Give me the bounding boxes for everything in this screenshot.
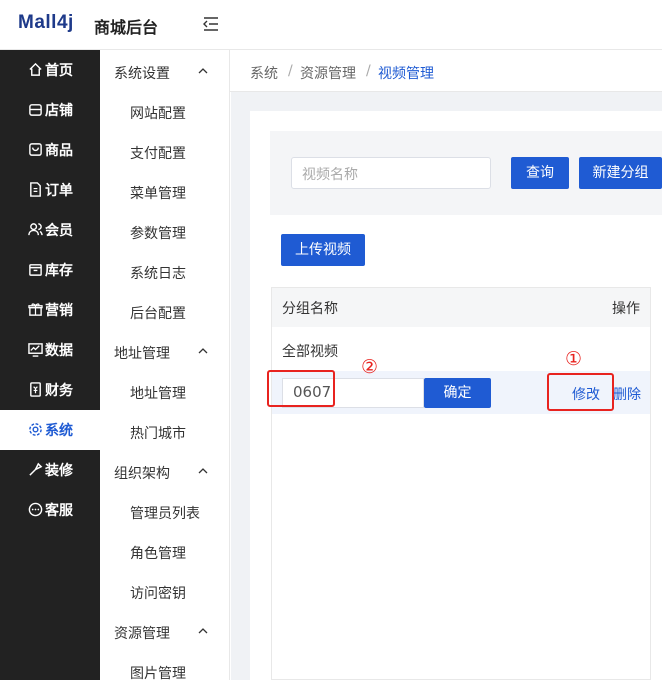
nav-item-member[interactable]: 会员 bbox=[0, 210, 100, 250]
annotation-box-edit bbox=[547, 373, 614, 411]
member-icon bbox=[28, 223, 43, 236]
nav-item-home[interactable]: 首页 bbox=[0, 50, 100, 90]
col-header-action: 操作 bbox=[612, 301, 640, 317]
nav-item-label: 营销 bbox=[45, 303, 73, 319]
chevron-up-icon[interactable] bbox=[198, 66, 208, 76]
nav-item-service[interactable]: 客服 bbox=[0, 490, 100, 530]
query-button[interactable]: 查询 bbox=[511, 157, 569, 189]
nav-item-label: 系统 bbox=[45, 423, 73, 439]
sub-item-system-log[interactable]: 系统日志 bbox=[130, 263, 186, 283]
sub-item-admin-list[interactable]: 管理员列表 bbox=[130, 503, 200, 523]
nav-item-label: 财务 bbox=[45, 383, 73, 399]
sub-item-access-key[interactable]: 访问密钥 bbox=[130, 583, 186, 603]
nav-item-system[interactable]: 系统 bbox=[0, 410, 100, 450]
nav-item-label: 装修 bbox=[45, 463, 73, 479]
breadcrumb-separator: / bbox=[288, 63, 293, 79]
nav-item-order[interactable]: 订单 bbox=[0, 170, 100, 210]
shop-icon bbox=[29, 104, 42, 116]
gear-icon bbox=[29, 423, 42, 436]
sub-item-pay-config[interactable]: 支付配置 bbox=[130, 143, 186, 163]
breadcrumb: 系统 / 资源管理 / 视频管理 bbox=[230, 50, 662, 92]
new-group-button[interactable]: 新建分组 bbox=[579, 157, 662, 189]
nav-item-label: 会员 bbox=[45, 223, 73, 239]
sub-item-role-mgmt[interactable]: 角色管理 bbox=[130, 543, 186, 563]
order-icon bbox=[30, 182, 41, 197]
sub-item-hot-city[interactable]: 热门城市 bbox=[130, 423, 186, 443]
nav-item-product[interactable]: 商品 bbox=[0, 130, 100, 170]
delete-link[interactable]: 删除 bbox=[613, 384, 641, 404]
nav-item-shop[interactable]: 店铺 bbox=[0, 90, 100, 130]
sub-item-menu-mgmt[interactable]: 菜单管理 bbox=[130, 183, 186, 203]
video-name-input[interactable]: 视频名称 bbox=[291, 157, 491, 189]
nav-item-label: 数据 bbox=[45, 343, 73, 359]
upload-video-button[interactable]: 上传视频 bbox=[281, 234, 365, 266]
annotation-step-2: ② bbox=[361, 356, 379, 378]
decor-icon bbox=[29, 462, 43, 476]
nav-item-marketing[interactable]: 营销 bbox=[0, 290, 100, 330]
nav-item-label: 库存 bbox=[45, 263, 73, 279]
nav-item-finance[interactable]: 财务 bbox=[0, 370, 100, 410]
nav-item-label: 客服 bbox=[45, 503, 73, 519]
group-system-settings[interactable]: 系统设置 bbox=[114, 63, 170, 83]
chevron-up-icon[interactable] bbox=[198, 466, 208, 476]
chevron-up-icon[interactable] bbox=[198, 626, 208, 636]
primary-sidebar: 首页 店铺 商品 订单 会员 库存 营销 数据 财务 系统 装修 客服 bbox=[0, 50, 100, 680]
sub-item-address-mgmt[interactable]: 地址管理 bbox=[130, 383, 186, 403]
chat-icon bbox=[28, 502, 43, 517]
nav-item-data[interactable]: 数据 bbox=[0, 330, 100, 370]
breadcrumb-item[interactable]: 资源管理 bbox=[300, 63, 356, 83]
breadcrumb-item[interactable]: 系统 bbox=[250, 63, 278, 83]
product-icon bbox=[29, 143, 42, 156]
top-bar: Mall4j 商城后台 bbox=[0, 0, 662, 50]
finance-icon bbox=[30, 382, 41, 397]
logo: Mall4j bbox=[18, 12, 74, 33]
nav-item-label: 店铺 bbox=[45, 103, 73, 119]
sub-item-admin-config[interactable]: 后台配置 bbox=[130, 303, 186, 323]
sub-item-param-mgmt[interactable]: 参数管理 bbox=[130, 223, 186, 243]
sub-item-image-mgmt[interactable]: 图片管理 bbox=[130, 663, 186, 683]
chevron-up-icon[interactable] bbox=[198, 346, 208, 356]
breadcrumb-current: 视频管理 bbox=[378, 66, 434, 82]
sub-item-site-config[interactable]: 网站配置 bbox=[130, 103, 186, 123]
breadcrumb-separator: / bbox=[366, 63, 371, 79]
nav-item-label: 首页 bbox=[45, 63, 73, 79]
annotation-box-input bbox=[267, 370, 335, 407]
group-resource-mgmt[interactable]: 资源管理 bbox=[114, 623, 170, 643]
annotation-step-1: ① bbox=[565, 348, 583, 370]
home-icon bbox=[29, 62, 42, 76]
col-header-name: 分组名称 bbox=[282, 301, 338, 317]
app-title: 商城后台 bbox=[94, 18, 159, 37]
nav-item-label: 订单 bbox=[45, 183, 73, 199]
data-icon bbox=[28, 343, 43, 357]
inventory-icon bbox=[29, 264, 42, 276]
group-address-mgmt[interactable]: 地址管理 bbox=[114, 343, 170, 363]
nav-item-decor[interactable]: 装修 bbox=[0, 450, 100, 490]
all-videos-row[interactable]: 全部视频 bbox=[282, 341, 338, 361]
nav-item-label: 商品 bbox=[45, 143, 73, 159]
confirm-button[interactable]: 确定 bbox=[424, 378, 491, 408]
group-org[interactable]: 组织架构 bbox=[114, 463, 170, 483]
gift-icon bbox=[28, 303, 43, 316]
secondary-sidebar: 系统设置 网站配置 支付配置 菜单管理 参数管理 系统日志 后台配置 地址管理 … bbox=[100, 50, 230, 683]
menu-fold-icon[interactable] bbox=[202, 15, 220, 33]
nav-item-inventory[interactable]: 库存 bbox=[0, 250, 100, 290]
